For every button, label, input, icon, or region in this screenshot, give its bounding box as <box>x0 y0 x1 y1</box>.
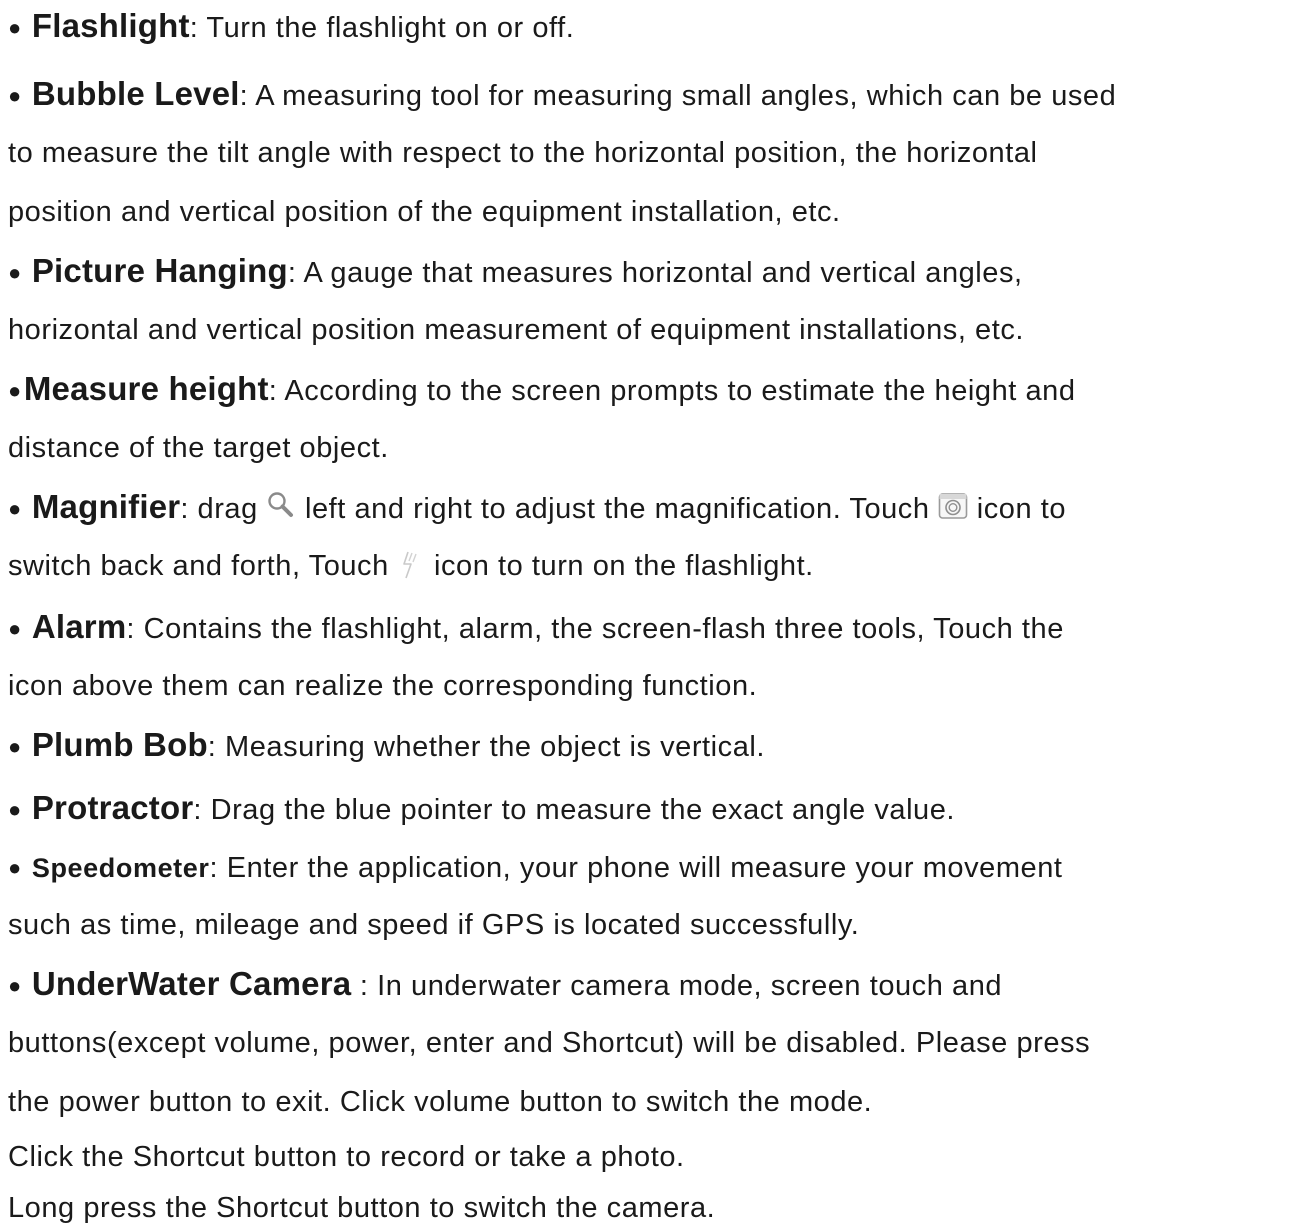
magnifier-icon <box>266 490 296 518</box>
feature-term: Magnifier <box>31 488 181 525</box>
bullet: ● <box>8 973 22 998</box>
feature-description: Contains the flashlight, alarm, the scre… <box>143 613 1064 645</box>
feature-description: Measuring whether the object is vertical… <box>225 731 765 763</box>
feature-plumb-bob: ● Plumb Bob: Measuring whether the object… <box>8 726 765 764</box>
feature-description: Turn the flashlight on or off. <box>206 12 575 44</box>
feature-description-line: buttons(except volume, power, enter and … <box>8 1027 1091 1059</box>
bullet: ● <box>8 616 22 641</box>
feature-description-line: icon above them can realize the correspo… <box>8 670 758 702</box>
feature-protractor: ● Protractor: Drag the blue pointer to me… <box>8 789 956 827</box>
feature-description: According to the screen prompts to estim… <box>284 375 1076 407</box>
feature-term: Measure height <box>23 370 269 407</box>
feature-description: Drag the blue pointer to measure the exa… <box>210 794 956 826</box>
bullet: ● <box>8 734 22 759</box>
feature-description-line: to measure the tilt angle with respect t… <box>8 137 1038 169</box>
feature-description: In underwater camera mode, screen touch … <box>377 970 1003 1002</box>
bullet: ● <box>8 260 22 285</box>
feature-underwater-camera: ● UnderWater Camera : In underwater camer… <box>8 965 1003 1003</box>
feature-description-line: Click the Shortcut button to record or t… <box>8 1141 685 1173</box>
feature-bubble-level: ● Bubble Level: A measuring tool for meas… <box>8 75 1117 113</box>
bullet: ● <box>8 496 22 521</box>
feature-term: Picture Hanging <box>31 252 288 289</box>
feature-description-line: position and vertical position of the eq… <box>8 196 841 228</box>
feature-description-line: distance of the target object. <box>8 432 389 464</box>
bullet: ● <box>8 797 22 822</box>
bullet: ● <box>8 15 22 40</box>
feature-description-line: the power button to exit. Click volume b… <box>8 1086 873 1118</box>
feature-magnifier: ● Magnifier: drag left and right to adjus… <box>8 488 1067 526</box>
feature-term: Speedometer <box>31 853 210 883</box>
feature-magnifier-continued: switch back and forth, Touch icon to tur… <box>8 550 814 582</box>
feature-term: UnderWater Camera <box>31 965 352 1002</box>
bullet: ● <box>8 83 22 108</box>
feature-measure-height: ●Measure height: According to the screen… <box>8 370 1076 408</box>
feature-description: Enter the application, your phone will m… <box>226 852 1063 884</box>
feature-description-line: Long press the Shortcut button to switch… <box>8 1192 716 1224</box>
feature-description-line: horizontal and vertical position measure… <box>8 314 1024 346</box>
bullet: ● <box>8 378 22 403</box>
feature-alarm: ● Alarm: Contains the flashlight, alarm, … <box>8 608 1064 646</box>
bullet: ● <box>8 855 22 880</box>
feature-description: A measuring tool for measuring small ang… <box>255 80 1117 112</box>
feature-term: Flashlight <box>31 7 190 44</box>
feature-term: Plumb Bob <box>31 726 208 763</box>
feature-term: Bubble Level <box>31 75 240 112</box>
feature-term: Protractor <box>31 789 194 826</box>
flash-icon <box>399 550 419 580</box>
feature-picture-hanging: ● Picture Hanging: A gauge that measures … <box>8 252 1023 290</box>
feature-speedometer: ● Speedometer: Enter the application, you… <box>8 852 1063 884</box>
feature-flashlight: ● Flashlight: Turn the flashlight on or o… <box>8 7 575 45</box>
feature-term: Alarm <box>31 608 127 645</box>
camera-switch-icon <box>938 491 968 521</box>
feature-description: A gauge that measures horizontal and ver… <box>303 257 1023 289</box>
feature-description-line: such as time, mileage and speed if GPS i… <box>8 909 860 941</box>
